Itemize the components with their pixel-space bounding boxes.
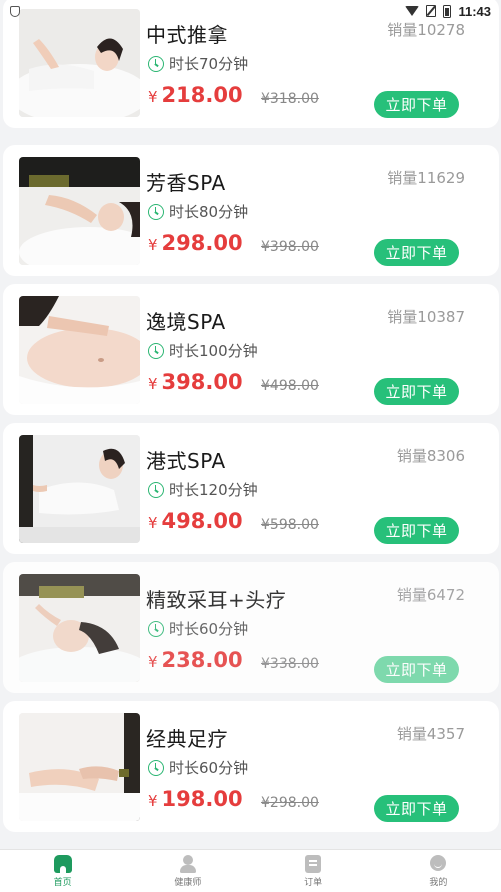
- sales-count: 销量4357: [396, 725, 465, 743]
- duration-text: 时长70分钟: [169, 55, 249, 73]
- duration: 时长100分钟: [148, 340, 258, 361]
- price-value: 218.00: [161, 83, 243, 107]
- clock-icon: [148, 55, 164, 72]
- abdomen-massage-photo: [19, 296, 140, 404]
- sales-count: 销量11629: [387, 169, 465, 187]
- therapist-icon: [179, 855, 197, 873]
- currency-symbol: ¥: [148, 514, 158, 532]
- original-price: ¥338.00: [261, 656, 319, 672]
- status-left: [10, 5, 20, 17]
- order-now-button[interactable]: 立即下单: [374, 91, 459, 118]
- duration: 时长60分钟: [148, 618, 248, 639]
- nav-label: 首页: [53, 878, 72, 888]
- neck-massage-photo: [19, 157, 140, 265]
- currency-symbol: ¥: [148, 653, 158, 671]
- bottom-nav: 首页 健康师 订单 我的: [0, 849, 501, 892]
- nav-item-therapist[interactable]: 健康师: [125, 850, 250, 892]
- original-price: ¥318.00: [261, 91, 319, 107]
- duration-text: 时长120分钟: [169, 481, 258, 499]
- clock-icon: [148, 620, 164, 637]
- price: ¥ 398.00: [148, 370, 243, 394]
- price-value: 238.00: [161, 648, 243, 672]
- clock-icon: [148, 759, 164, 776]
- service-card[interactable]: 经典足疗 销量4357 时长60分钟 ¥ 198.00 ¥298.00 立即下单: [3, 701, 499, 832]
- duration: 时长60分钟: [148, 757, 248, 778]
- clock-icon: [148, 203, 164, 220]
- price: ¥ 298.00: [148, 231, 243, 255]
- service-name: 精致采耳+头疗: [146, 588, 287, 612]
- nav-item-profile[interactable]: 我的: [376, 850, 501, 892]
- sales-count: 销量10387: [387, 308, 465, 326]
- status-time: 11:43: [458, 3, 491, 19]
- duration: 时长80分钟: [148, 201, 248, 222]
- home-icon: [53, 855, 72, 873]
- price-value: 198.00: [161, 787, 243, 811]
- original-price: ¥398.00: [261, 239, 319, 255]
- order-now-button[interactable]: 立即下单: [374, 517, 459, 544]
- service-name: 港式SPA: [146, 449, 226, 473]
- currency-symbol: ¥: [148, 792, 158, 810]
- order-now-button[interactable]: 立即下单: [374, 795, 459, 822]
- original-price: ¥598.00: [261, 517, 319, 533]
- price-value: 398.00: [161, 370, 243, 394]
- duration-text: 时长60分钟: [169, 759, 249, 777]
- status-bar: 11:43: [0, 0, 501, 22]
- nav-label: 健康师: [174, 878, 202, 888]
- nav-label: 我的: [429, 878, 448, 888]
- battery-icon: [443, 4, 452, 18]
- price: ¥ 198.00: [148, 787, 243, 811]
- service-card[interactable]: 港式SPA 销量8306 时长120分钟 ¥ 498.00 ¥598.00 立即…: [3, 423, 499, 554]
- orders-icon: [305, 855, 322, 873]
- service-name: 中式推拿: [146, 23, 228, 47]
- sales-count: 销量10278: [387, 21, 465, 39]
- ear-care-photo: [19, 574, 140, 682]
- price: ¥ 238.00: [148, 648, 243, 672]
- shield-icon: [10, 5, 20, 17]
- service-name: 经典足疗: [146, 727, 228, 751]
- price-value: 498.00: [161, 509, 243, 533]
- currency-symbol: ¥: [148, 375, 158, 393]
- status-right: 11:43: [405, 4, 491, 19]
- original-price: ¥498.00: [261, 378, 319, 394]
- service-name: 逸境SPA: [146, 310, 226, 334]
- wifi-icon: [405, 6, 420, 16]
- duration-text: 时长60分钟: [169, 620, 249, 638]
- currency-symbol: ¥: [148, 236, 158, 254]
- duration-text: 时长100分钟: [169, 342, 258, 360]
- foot-massage-photo: [19, 713, 140, 821]
- nav-item-home[interactable]: 首页: [0, 850, 125, 892]
- currency-symbol: ¥: [148, 88, 158, 106]
- service-card[interactable]: 芳香SPA 销量11629 时长80分钟 ¥ 298.00 ¥398.00 立即…: [3, 145, 499, 276]
- duration: 时长120分钟: [148, 479, 258, 500]
- sales-count: 销量6472: [396, 586, 465, 604]
- duration: 时长70分钟: [148, 53, 248, 74]
- service-card[interactable]: 逸境SPA 销量10387 时长100分钟 ¥ 398.00 ¥498.00 立…: [3, 284, 499, 415]
- clock-icon: [148, 481, 164, 498]
- back-stretch-photo: [19, 435, 140, 543]
- price: ¥ 498.00: [148, 509, 243, 533]
- order-now-button[interactable]: 立即下单: [374, 378, 459, 405]
- price-value: 298.00: [161, 231, 243, 255]
- duration-text: 时长80分钟: [169, 203, 249, 221]
- nav-label: 订单: [304, 878, 323, 888]
- service-name: 芳香SPA: [146, 171, 226, 195]
- no-sim-icon: [426, 5, 437, 17]
- sales-count: 销量8306: [396, 447, 465, 465]
- original-price: ¥298.00: [261, 795, 319, 811]
- massage-back-photo: [19, 9, 140, 117]
- nav-item-orders[interactable]: 订单: [251, 850, 376, 892]
- order-now-button[interactable]: 立即下单: [374, 239, 459, 266]
- clock-icon: [148, 342, 164, 359]
- order-now-button[interactable]: 立即下单: [374, 656, 459, 683]
- profile-icon: [429, 855, 447, 873]
- price: ¥ 218.00: [148, 83, 243, 107]
- service-card[interactable]: 精致采耳+头疗 销量6472 时长60分钟 ¥ 238.00 ¥338.00 立…: [3, 562, 499, 693]
